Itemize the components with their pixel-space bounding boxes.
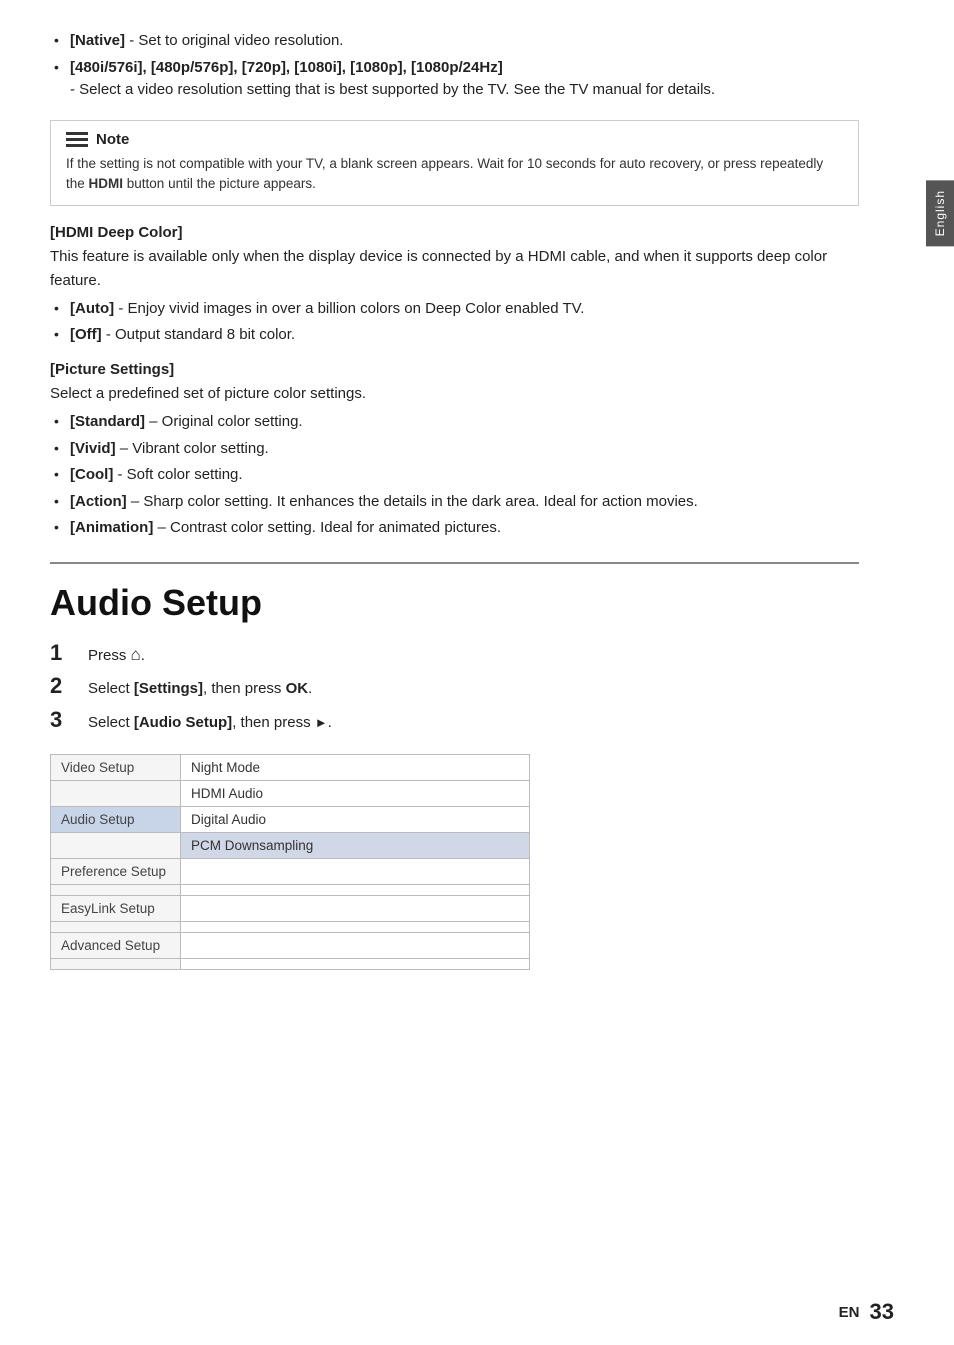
hdmi-deep-color-section: [HDMI Deep Color] This feature is availa… bbox=[50, 224, 859, 347]
bullet-label: [Animation] bbox=[70, 519, 153, 536]
bullet-label: [Auto] bbox=[70, 300, 114, 317]
list-item: [Auto] - Enjoy vivid images in over a bi… bbox=[50, 298, 859, 321]
bullet-text: – Original color setting. bbox=[149, 413, 302, 430]
table-row bbox=[51, 959, 530, 970]
bullet-text: – Sharp color setting. It enhances the d… bbox=[131, 493, 698, 510]
table-cell-left-highlighted: Audio Setup bbox=[51, 807, 181, 833]
bullet-label: [480i/576i], [480p/576p], [720p], [1080i… bbox=[70, 59, 503, 76]
bullet-label: [Native] bbox=[70, 32, 125, 49]
table-row: PCM Downsampling bbox=[51, 833, 530, 859]
bullet-label: [Vivid] bbox=[70, 440, 116, 457]
bullet-text: – Vibrant color setting. bbox=[120, 440, 269, 457]
picture-bullets: [Standard] – Original color setting. [Vi… bbox=[50, 411, 859, 540]
step-2: 2 Select [Settings], then press OK. bbox=[50, 673, 859, 701]
table-cell-right: Digital Audio bbox=[181, 807, 530, 833]
section-divider bbox=[50, 562, 859, 564]
note-header: Note bbox=[66, 131, 843, 148]
table-row: Video Setup Night Mode bbox=[51, 755, 530, 781]
table-row bbox=[51, 885, 530, 896]
note-box: Note If the setting is not compatible wi… bbox=[50, 120, 859, 207]
note-text: If the setting is not compatible with yo… bbox=[66, 154, 843, 196]
step-3: 3 Select [Audio Setup], then press ►. bbox=[50, 707, 859, 735]
list-item: [Vivid] – Vibrant color setting. bbox=[50, 438, 859, 461]
table-cell-left bbox=[51, 922, 181, 933]
step-num-2: 2 bbox=[50, 673, 80, 699]
picture-intro: Select a predefined set of picture color… bbox=[50, 382, 859, 405]
bullet-label: [Cool] bbox=[70, 466, 113, 483]
bullet-label: [Standard] bbox=[70, 413, 145, 430]
hdmi-heading: [HDMI Deep Color] bbox=[50, 224, 859, 241]
step-text-1: Press ⌂. bbox=[88, 642, 145, 668]
table-cell-right-highlighted: PCM Downsampling bbox=[181, 833, 530, 859]
bullet-text: - Select a video resolution setting that… bbox=[70, 81, 715, 98]
table-cell-right bbox=[181, 922, 530, 933]
table-cell-left: Advanced Setup bbox=[51, 933, 181, 959]
audio-setup-title: Audio Setup bbox=[50, 582, 859, 624]
table-cell-right: Night Mode bbox=[181, 755, 530, 781]
hdmi-bullets: [Auto] - Enjoy vivid images in over a bi… bbox=[50, 298, 859, 347]
table-row: HDMI Audio bbox=[51, 781, 530, 807]
home-icon: ⌂ bbox=[131, 645, 141, 664]
table-cell-right bbox=[181, 959, 530, 970]
step-num-1: 1 bbox=[50, 640, 80, 666]
note-title: Note bbox=[96, 131, 129, 148]
step-1: 1 Press ⌂. bbox=[50, 640, 859, 668]
table-cell-left: EasyLink Setup bbox=[51, 896, 181, 922]
step-text-3: Select [Audio Setup], then press ►. bbox=[88, 712, 332, 735]
list-item: [Native] - Set to original video resolut… bbox=[50, 30, 859, 53]
top-bullet-list: [Native] - Set to original video resolut… bbox=[50, 30, 859, 102]
bullet-text: - Output standard 8 bit color. bbox=[106, 326, 295, 343]
bullet-label: [Off] bbox=[70, 326, 102, 343]
audio-setup-section: Audio Setup 1 Press ⌂. 2 Select [Setting… bbox=[50, 582, 859, 971]
table-row bbox=[51, 922, 530, 933]
table-cell-left bbox=[51, 959, 181, 970]
list-item: [Animation] – Contrast color setting. Id… bbox=[50, 517, 859, 540]
bullet-text: - Enjoy vivid images in over a billion c… bbox=[118, 300, 584, 317]
table-cell-right bbox=[181, 933, 530, 959]
bullet-label: [Action] bbox=[70, 493, 127, 510]
bullet-text: – Contrast color setting. Ideal for anim… bbox=[158, 519, 502, 536]
table-row: Preference Setup bbox=[51, 859, 530, 885]
table-cell-left bbox=[51, 781, 181, 807]
step-num-3: 3 bbox=[50, 707, 80, 733]
list-item: [480i/576i], [480p/576p], [720p], [1080i… bbox=[50, 57, 859, 102]
note-icon bbox=[66, 132, 88, 147]
list-item: [Standard] – Original color setting. bbox=[50, 411, 859, 434]
setup-table: Video Setup Night Mode HDMI Audio Audio … bbox=[50, 754, 530, 970]
side-tab: English bbox=[926, 180, 954, 246]
step-text-2: Select [Settings], then press OK. bbox=[88, 678, 312, 701]
tri-right-icon: ► bbox=[315, 715, 328, 730]
table-row: Audio Setup Digital Audio bbox=[51, 807, 530, 833]
table-cell-right bbox=[181, 896, 530, 922]
picture-heading: [Picture Settings] bbox=[50, 361, 859, 378]
table-cell-right bbox=[181, 885, 530, 896]
hdmi-intro: This feature is available only when the … bbox=[50, 245, 859, 292]
list-item: [Action] – Sharp color setting. It enhan… bbox=[50, 491, 859, 514]
table-cell-left bbox=[51, 885, 181, 896]
table-cell-right bbox=[181, 859, 530, 885]
bullet-text: - Soft color setting. bbox=[118, 466, 243, 483]
table-cell-left: Preference Setup bbox=[51, 859, 181, 885]
page-footer: EN 33 bbox=[839, 1299, 894, 1325]
bullet-text: - Set to original video resolution. bbox=[129, 32, 343, 49]
content-area: [Native] - Set to original video resolut… bbox=[50, 30, 859, 970]
list-item: [Cool] - Soft color setting. bbox=[50, 464, 859, 487]
table-row: EasyLink Setup bbox=[51, 896, 530, 922]
footer-page-num: 33 bbox=[870, 1299, 894, 1325]
table-cell-left bbox=[51, 833, 181, 859]
steps-list: 1 Press ⌂. 2 Select [Settings], then pre… bbox=[50, 640, 859, 735]
table-row: Advanced Setup bbox=[51, 933, 530, 959]
table-cell-right: HDMI Audio bbox=[181, 781, 530, 807]
list-item: [Off] - Output standard 8 bit color. bbox=[50, 324, 859, 347]
table-cell-left: Video Setup bbox=[51, 755, 181, 781]
page-container: English [Native] - Set to original video… bbox=[0, 0, 954, 1345]
picture-settings-section: [Picture Settings] Select a predefined s… bbox=[50, 361, 859, 540]
footer-en-label: EN bbox=[839, 1304, 860, 1321]
